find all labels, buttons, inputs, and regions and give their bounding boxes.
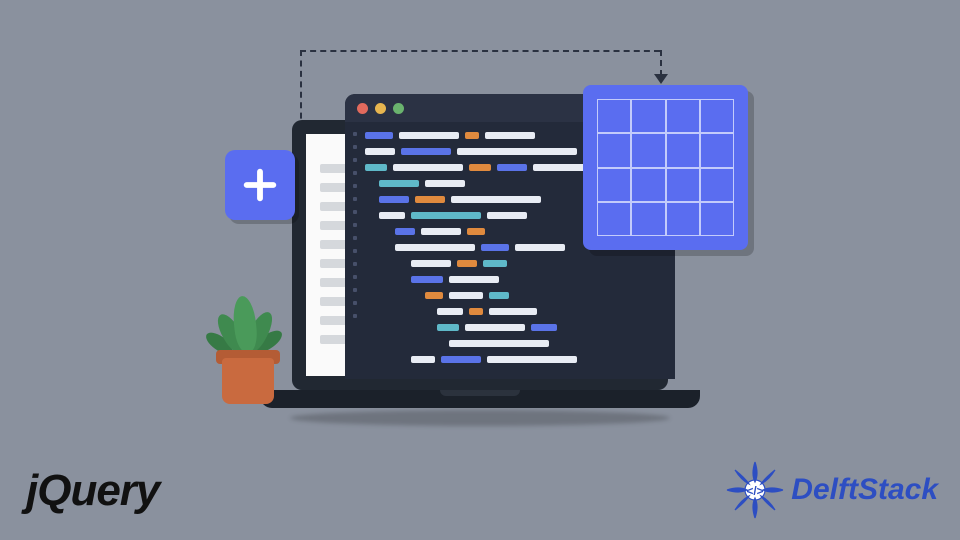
laptop-notch — [440, 390, 520, 396]
plant-pot — [222, 358, 274, 404]
maximize-icon — [393, 103, 404, 114]
arrow-down-icon — [654, 74, 668, 84]
minimize-icon — [375, 103, 386, 114]
plus-icon — [225, 150, 295, 220]
jquery-logo: jQuery — [26, 466, 159, 516]
connector-line — [300, 50, 660, 52]
mandala-icon: </> — [725, 460, 785, 520]
delftstack-logo: </> DelftStack — [725, 460, 938, 520]
delftstack-text: DelftStack — [791, 473, 938, 507]
connector-line — [660, 50, 662, 76]
svg-text:</>: </> — [747, 484, 764, 498]
laptop-shadow — [290, 410, 670, 426]
grid-icon — [583, 85, 748, 250]
close-icon — [357, 103, 368, 114]
